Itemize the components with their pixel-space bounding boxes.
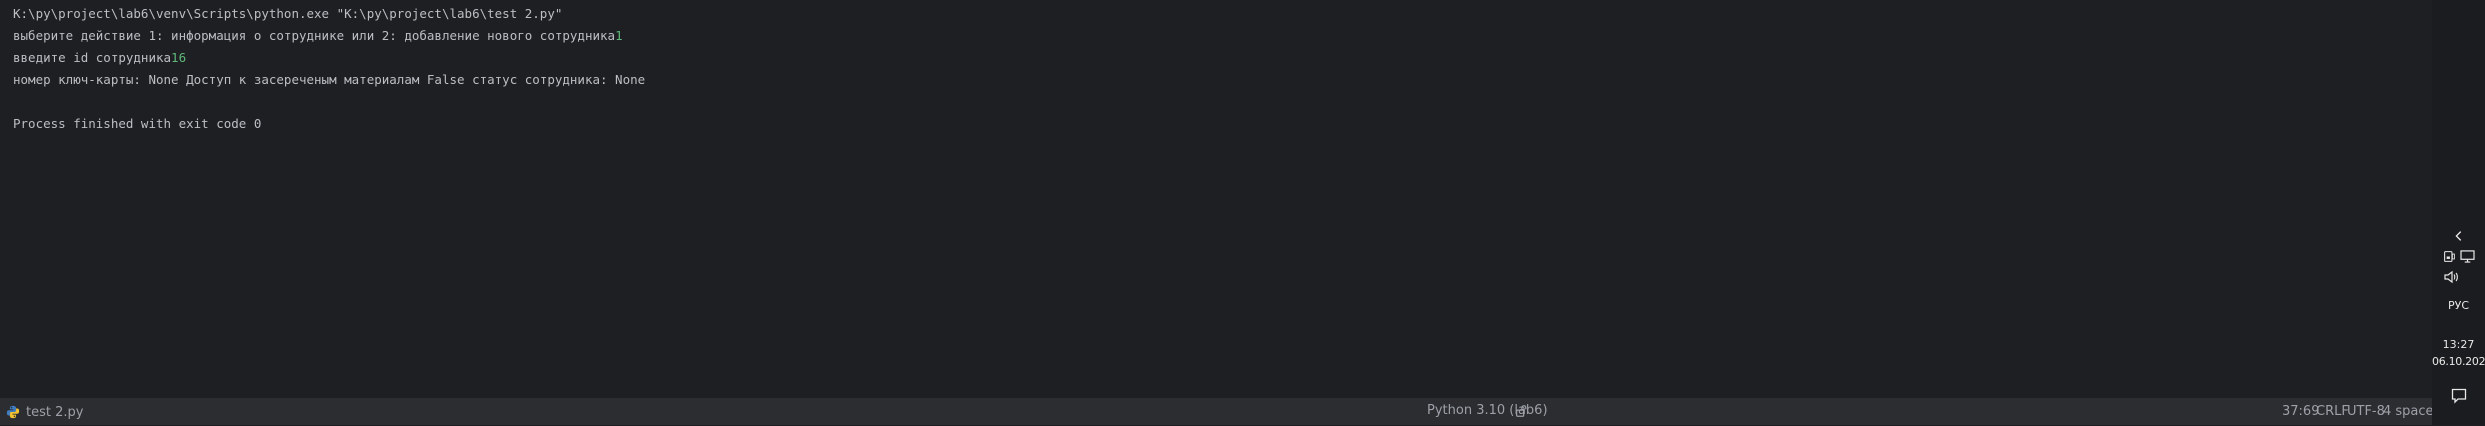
console-prompt-action: выберите действие 1: информация о сотруд… [13, 25, 2380, 47]
python-interpreter-selector[interactable]: Python 3.10 (lab6) [1427, 397, 1548, 425]
python-file-icon [6, 405, 20, 419]
clock-time[interactable]: 13:27 [2432, 338, 2485, 351]
console-exit-line: Process finished with exit code 0 [13, 116, 262, 131]
prompt-id-text: введите id сотрудника [13, 50, 172, 65]
prompt-action-text: выберите действие 1: информация о сотруд… [13, 28, 616, 43]
volume-icon[interactable] [2444, 270, 2460, 284]
status-bar-right: Python 3.10 (lab6) [1424, 397, 2432, 425]
windows-taskbar: РУС 13:27 06.10.2023 [2432, 0, 2485, 425]
console-command-line: K:\py\project\lab6\venv\Scripts\python.e… [13, 6, 563, 21]
run-console-output[interactable]: K:\py\project\lab6\venv\Scripts\python.e… [0, 0, 2380, 397]
display-icon[interactable] [2460, 250, 2475, 263]
console-result-line: номер ключ-карты: None Доступ к засерече… [13, 72, 646, 87]
chevron-left-icon[interactable] [2452, 229, 2466, 243]
status-file-breadcrumb[interactable]: test 2.py [6, 398, 83, 426]
user-input-id: 16 [171, 50, 187, 65]
notification-icon[interactable] [2451, 388, 2467, 404]
file-name-label: test 2.py [26, 404, 84, 420]
pen-tablet-icon[interactable] [2443, 250, 2456, 263]
console-prompt-id: введите id сотрудника16 [13, 47, 2380, 69]
lock-open-icon[interactable] [1514, 404, 1528, 418]
clock-date[interactable]: 06.10.2023 [2432, 355, 2485, 368]
console-empty-line [13, 91, 2380, 113]
input-language-indicator[interactable]: РУС [2432, 299, 2485, 312]
user-input-action: 1 [615, 28, 623, 43]
